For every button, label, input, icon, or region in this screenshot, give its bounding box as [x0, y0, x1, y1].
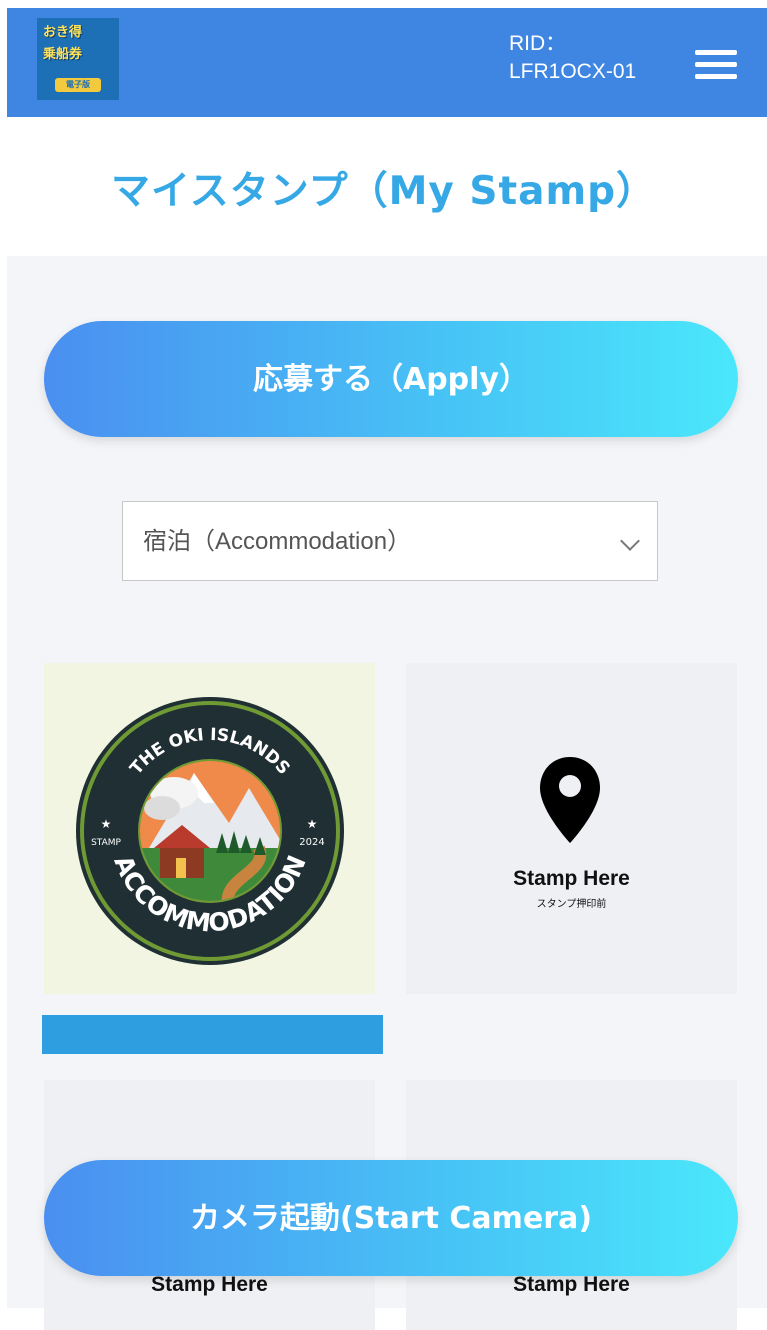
stamp-here-sublabel: スタンプ押印前: [536, 899, 607, 910]
rid-label: RID：: [509, 32, 567, 55]
logo-line-1: おき得: [43, 25, 83, 40]
accommodation-stamp-badge: THE OKI ISLANDS ACCOMMODATION ★ ★ STAMP …: [76, 697, 344, 965]
app-logo[interactable]: おき得 乗船券 電子版: [37, 18, 119, 100]
menu-icon[interactable]: [695, 48, 737, 82]
chevron-down-icon: [620, 531, 640, 551]
start-camera-button[interactable]: カメラ起動(Start Camera): [44, 1160, 738, 1276]
page-title: マイスタンプ（My Stamp）: [110, 169, 657, 214]
apply-button[interactable]: 応募する（Apply）: [44, 321, 738, 437]
badge-star-right: ★: [307, 817, 318, 831]
category-select-value: 宿泊（Accommodation）: [143, 528, 412, 555]
badge-star-left: ★: [101, 817, 112, 831]
logo-badge: 電子版: [55, 78, 101, 92]
menu-icon-bar: [695, 50, 737, 55]
main-content: 応募する（Apply） 宿泊（Accommodation） THE OKI IS…: [7, 256, 767, 1330]
stamp-card-collected[interactable]: THE OKI ISLANDS ACCOMMODATION ★ ★ STAMP …: [44, 663, 375, 994]
location-pin-icon: [540, 757, 600, 843]
category-select[interactable]: 宿泊（Accommodation）: [122, 501, 658, 581]
stamp-card-empty[interactable]: Stamp Here スタンプ押印前: [406, 663, 737, 994]
logo-line-2: 乗船券: [43, 47, 83, 62]
stamp-here-label: Stamp Here: [513, 867, 630, 890]
app-header: おき得 乗船券 電子版 RID： LFR1OCX-01: [7, 8, 767, 117]
menu-icon-bar: [695, 62, 737, 67]
badge-left-text: STAMP: [91, 838, 121, 848]
progress-bar: [42, 1015, 383, 1054]
menu-icon-bar: [695, 74, 737, 79]
rid-value: LFR1OCX-01: [509, 60, 637, 83]
rid-display: RID： LFR1OCX-01: [509, 30, 636, 86]
badge-right-text: 2024: [299, 837, 324, 848]
